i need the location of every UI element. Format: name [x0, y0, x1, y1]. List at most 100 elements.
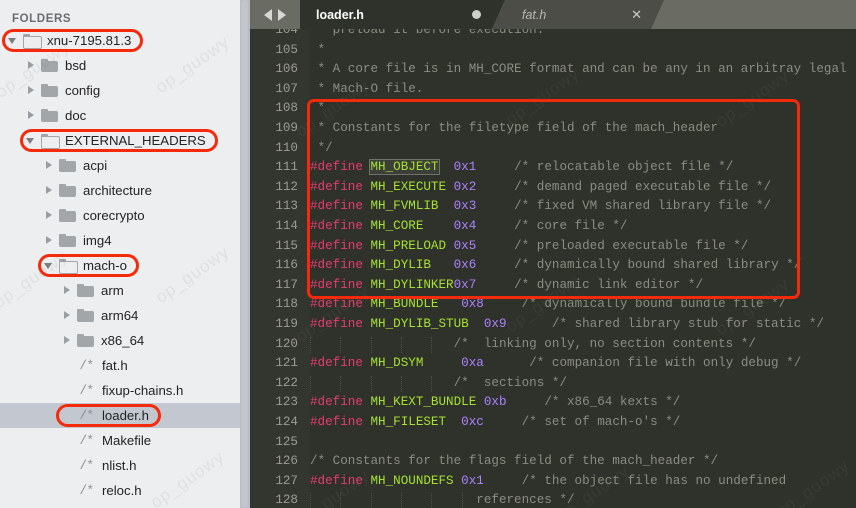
tree-item-arm64[interactable]: arm64	[0, 303, 240, 328]
code-line[interactable]: references */	[310, 491, 574, 508]
close-icon[interactable]: ✕	[631, 7, 642, 23]
code-token: #define	[310, 179, 371, 194]
chevron-right-icon[interactable]	[44, 210, 55, 221]
tree-item-nlist-h[interactable]: /* nlist.h	[0, 453, 240, 478]
code-token: /* set of mach-o's */	[521, 415, 681, 429]
chevron-right-icon[interactable]	[62, 335, 73, 346]
tree-item-doc[interactable]: doc	[0, 103, 240, 128]
code-line[interactable]: *	[310, 41, 326, 61]
code-line[interactable]: #define MH_DSYM 0xa /* companion file wi…	[310, 354, 801, 374]
tree-item-label: x86_64	[101, 333, 145, 348]
code-line[interactable]: /* linking only, no section contents */	[310, 335, 756, 355]
tree-item-reloc-h[interactable]: /* reloc.h	[0, 478, 240, 503]
tree-item-arm[interactable]: arm	[0, 278, 240, 303]
code-view[interactable]: 104 105 106 107 108 109 110 111 112 113 114 115 116 1…	[250, 29, 856, 508]
folder-icon	[41, 59, 58, 72]
folder-tree[interactable]: xnu-7195.81.3 bsd config doc EXTERNAL_HEADER…	[0, 28, 240, 508]
code-line[interactable]: #define MH_PRELOAD 0x5 /* preloaded exec…	[310, 237, 748, 257]
tree-item-loader-h[interactable]: /* loader.h	[0, 403, 240, 428]
code-token: #define	[310, 395, 371, 410]
chevron-right-icon[interactable]	[44, 185, 55, 196]
code-line[interactable]: * Constants for the filetype field of th…	[310, 119, 719, 139]
tree-item-stab-h[interactable]: /*stab.h	[0, 503, 240, 508]
line-number: 117	[275, 277, 298, 292]
code-line[interactable]: #define MH_DYLIB_STUB 0x9 /* shared libr…	[310, 315, 824, 335]
code-token: 0x5	[453, 238, 477, 253]
code-token: 0x1	[453, 160, 477, 175]
forward-arrow-icon[interactable]	[278, 8, 286, 21]
tree-item-corecrypto[interactable]: corecrypto	[0, 203, 240, 228]
tree-item-x86-64[interactable]: x86_64	[0, 328, 240, 353]
code-token: /* companion file with only debug */	[529, 356, 802, 371]
chevron-right-icon[interactable]	[26, 110, 37, 121]
code-token: /* dynamic link editor */	[514, 277, 704, 292]
code-line[interactable]: */	[310, 139, 333, 159]
chevron-right-icon[interactable]	[26, 85, 37, 96]
code-line[interactable]: #define MH_DYLIB 0x6 /* dynamically boun…	[310, 256, 801, 276]
code-token: #define	[310, 219, 371, 233]
code-line[interactable]: /* sections */	[310, 374, 567, 394]
tab-nav-buttons[interactable]	[250, 0, 300, 29]
tab-bar: loader.h fat.h ✕	[250, 0, 856, 29]
chevron-right-icon[interactable]	[62, 285, 73, 296]
sidebar-scrollbar[interactable]	[240, 0, 250, 508]
editor-pane: loader.h fat.h ✕ 104 105 106 107 108 109 110 11…	[250, 0, 856, 508]
c-header-file-icon: /*	[79, 383, 94, 398]
code-token: /* sections */	[453, 375, 567, 390]
tree-item-architecture[interactable]: architecture	[0, 178, 240, 203]
tree-item-bsd[interactable]: bsd	[0, 53, 240, 78]
folder-icon	[41, 84, 58, 97]
folder-icon	[41, 109, 58, 122]
code-line[interactable]: #define MH_FILESET 0xc /* set of mach-o'…	[310, 413, 680, 433]
chevron-down-icon[interactable]	[26, 135, 37, 146]
chevron-right-icon[interactable]	[62, 310, 73, 321]
code-line[interactable]: *	[310, 99, 326, 119]
tree-item-mach-o[interactable]: mach-o	[0, 253, 240, 278]
chevron-right-icon[interactable]	[44, 160, 55, 171]
code-token: MH_DYLIB	[370, 258, 431, 273]
code-line[interactable]: #define MH_CORE 0x4 /* core file */	[310, 217, 627, 237]
tree-item-xnu-7195-81-3[interactable]: xnu-7195.81.3	[0, 28, 240, 53]
tree-item-acpi[interactable]: acpi	[0, 153, 240, 178]
code-line[interactable]: #define MH_KEXT_BUNDLE 0xb /* x86_64 kex…	[310, 393, 680, 413]
code-line[interactable]: #define MH_FVMLIB 0x3 /* fixed VM shared…	[310, 197, 771, 217]
code-token: /* demand paged executable file */	[514, 179, 772, 194]
code-line[interactable]: #define MH_OBJECT 0x1 /* relocatable obj…	[310, 158, 733, 178]
code-token: #define	[310, 277, 371, 292]
chevron-right-icon[interactable]	[44, 235, 55, 246]
code-line[interactable]: #define MH_NOUNDEFS 0x1 /* the object fi…	[310, 472, 786, 492]
folder-icon	[77, 309, 94, 322]
code-token: /* x86_64 kexts */	[544, 395, 681, 410]
tree-item-label: arm64	[101, 308, 139, 323]
modified-dot-icon[interactable]	[472, 10, 481, 19]
code-line[interactable]: #define MH_EXECUTE 0x2 /* demand paged e…	[310, 178, 771, 198]
code-line[interactable]: /* Constants for the flags field of the …	[310, 452, 718, 472]
tree-item-img4[interactable]: img4	[0, 228, 240, 253]
tree-item-config[interactable]: config	[0, 78, 240, 103]
code-line[interactable]: #define MH_DYLINKER0x7 /* dynamic link e…	[310, 276, 703, 296]
code-line[interactable]: * preload it before execution.	[310, 29, 545, 41]
chevron-down-icon[interactable]	[8, 35, 19, 46]
tree-item-fat-h[interactable]: /* fat.h	[0, 353, 240, 378]
tree-item-label: img4	[83, 233, 112, 248]
code-token: 0x6	[453, 258, 477, 273]
tab-fat-h[interactable]: fat.h ✕	[492, 0, 664, 29]
tab-loader-h[interactable]: loader.h	[300, 0, 505, 29]
chevron-right-icon[interactable]	[26, 60, 37, 71]
code-line[interactable]: #define MH_BUNDLE 0x8 /* dynamically bou…	[310, 295, 786, 315]
tree-item-makefile[interactable]: /* Makefile	[0, 428, 240, 453]
tree-item-external-headers[interactable]: EXTERNAL_HEADERS	[0, 128, 240, 153]
tree-item-label: doc	[65, 108, 87, 123]
code-line[interactable]: * Mach-O file.	[310, 80, 424, 100]
back-arrow-icon[interactable]	[264, 8, 272, 21]
chevron-down-icon[interactable]	[44, 260, 55, 271]
code-line[interactable]: * A core file is in MH_CORE format and c…	[310, 60, 847, 80]
tree-item-fixup-chains-h[interactable]: /* fixup-chains.h	[0, 378, 240, 403]
code-token: /* relocatable object file */	[514, 160, 734, 175]
code-token: MH_DSYM	[370, 356, 424, 371]
